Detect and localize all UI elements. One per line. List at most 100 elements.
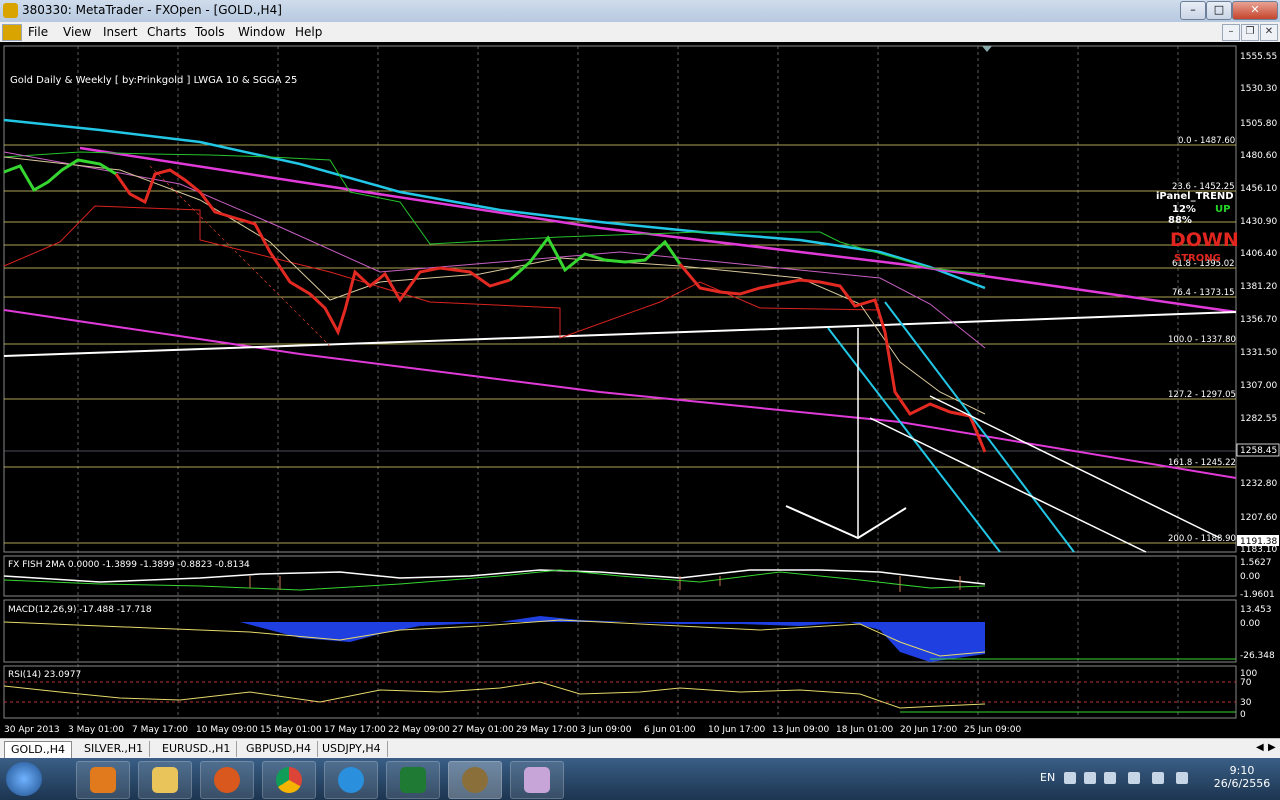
mdi-close-button[interactable]: ✕ <box>1260 24 1278 41</box>
chart-header: Gold Daily & Weekly [ by:Prinkgold ] LWG… <box>10 75 297 86</box>
svg-text:25 Jun 09:00: 25 Jun 09:00 <box>964 725 1021 735</box>
tab-eurusd[interactable]: EURUSD.,H1 <box>156 741 238 757</box>
rsi-scale-30: 30 <box>1240 698 1252 708</box>
clock-date: 26/6/2556 <box>1213 777 1271 790</box>
svg-text:1331.50: 1331.50 <box>1240 348 1277 358</box>
menu-tools[interactable]: Tools <box>195 25 225 39</box>
svg-text:1555.55: 1555.55 <box>1240 52 1277 62</box>
ipanel-pct-down: 88% <box>1168 215 1192 226</box>
svg-text:10 Jun 17:00: 10 Jun 17:00 <box>708 725 765 735</box>
chrome-icon <box>276 767 302 793</box>
macd-scale-top: 13.453 <box>1240 605 1272 615</box>
media-player-icon <box>90 767 116 793</box>
chart-canvas[interactable]: 0.0 - 1487.60 23.6 - 1452.25 61.8 - 1395… <box>0 42 1280 738</box>
volume-tray-icon[interactable] <box>1176 772 1188 784</box>
fibo-label-161: 161.8 - 1245.22 <box>1168 458 1236 468</box>
svg-text:1307.00: 1307.00 <box>1240 381 1277 391</box>
svg-text:27 May 01:00: 27 May 01:00 <box>452 725 514 735</box>
svg-text:7 May 17:00: 7 May 17:00 <box>132 725 188 735</box>
bid-price-label: 1191.38 <box>1240 537 1277 547</box>
title-bar: 380330: MetaTrader - FXOpen - [GOLD.,H4]… <box>0 0 1280 23</box>
svg-text:1207.60: 1207.60 <box>1240 513 1277 523</box>
keyboard-tray-icon[interactable] <box>1084 772 1096 784</box>
rsi-pane <box>3 665 1237 719</box>
svg-text:3 Jun 09:00: 3 Jun 09:00 <box>580 725 632 735</box>
start-button[interactable] <box>6 762 42 796</box>
macd-pane <box>3 599 1237 663</box>
rsi-scale-0: 0 <box>1240 710 1246 720</box>
fibo-label-100: 100.0 - 1337.80 <box>1168 335 1236 345</box>
close-button[interactable]: ✕ <box>1232 1 1278 20</box>
network-tray-icon[interactable] <box>1152 772 1164 784</box>
maximize-button[interactable]: □ <box>1206 1 1232 20</box>
help-tray-icon[interactable] <box>1064 772 1076 784</box>
svg-text:1232.80: 1232.80 <box>1240 479 1277 489</box>
macd-label: MACD(12,26,9) -17.488 -17.718 <box>8 605 152 615</box>
ipanel-up-label: UP <box>1215 204 1230 215</box>
taskbar-media-player[interactable] <box>76 761 130 799</box>
tab-gbpusd[interactable]: GBPUSD,H4 <box>240 741 318 757</box>
document-icon[interactable] <box>2 24 22 41</box>
fish-scale-mid: 0.00 <box>1240 572 1260 582</box>
metatrader-icon <box>3 3 18 18</box>
chart-window[interactable]: 0.0 - 1487.60 23.6 - 1452.25 61.8 - 1395… <box>0 42 1280 738</box>
flag-tray-icon[interactable] <box>1128 772 1140 784</box>
svg-text:30 Apr 2013: 30 Apr 2013 <box>4 725 60 735</box>
svg-text:29 May 17:00: 29 May 17:00 <box>516 725 578 735</box>
svg-text:1505.80: 1505.80 <box>1240 119 1277 129</box>
svg-text:13 Jun 09:00: 13 Jun 09:00 <box>772 725 829 735</box>
clock-time: 9:10 <box>1229 764 1255 777</box>
fish-scale-bottom: -1.9601 <box>1240 590 1275 600</box>
svg-text:15 May 01:00: 15 May 01:00 <box>260 725 322 735</box>
fibo-label-200: 200.0 - 1188.90 <box>1168 534 1236 544</box>
fibo-label-127: 127.2 - 1297.05 <box>1168 390 1236 400</box>
menu-view[interactable]: View <box>63 25 91 39</box>
mdi-restore-button[interactable]: ❐ <box>1241 24 1259 41</box>
menu-insert[interactable]: Insert <box>103 25 137 39</box>
svg-text:1381.20: 1381.20 <box>1240 282 1277 292</box>
svg-text:22 May 09:00: 22 May 09:00 <box>388 725 450 735</box>
menu-charts[interactable]: Charts <box>147 25 186 39</box>
taskbar-explorer[interactable] <box>138 761 192 799</box>
ipanel-pct-up: 12% <box>1172 204 1196 215</box>
tab-scroll-left-icon[interactable]: ◀ <box>1256 742 1264 753</box>
menu-window[interactable]: Window <box>238 25 285 39</box>
ipanel-trend: DOWN <box>1170 229 1239 251</box>
svg-text:3 May 01:00: 3 May 01:00 <box>68 725 124 735</box>
menu-file[interactable]: File <box>28 25 48 39</box>
rsi-label: RSI(14) 23.0977 <box>8 670 81 680</box>
taskbar-metatrader[interactable] <box>448 761 502 799</box>
ipanel-title: iPanel_TREND <box>1156 191 1234 202</box>
svg-text:1430.90: 1430.90 <box>1240 217 1277 227</box>
svg-text:1282.55: 1282.55 <box>1240 414 1277 424</box>
chart-tabs: GOLD.,H4 SILVER.,H1 EURUSD.,H1 GBPUSD,H4… <box>0 738 1280 759</box>
tab-usdjpy[interactable]: USDJPY,H4 <box>316 741 388 757</box>
svg-text:6 Jun 01:00: 6 Jun 01:00 <box>644 725 696 735</box>
macd-scale-bottom: -26.348 <box>1240 651 1275 661</box>
fibo-label-76: 76.4 - 1373.15 <box>1172 288 1235 298</box>
taskbar-ie[interactable] <box>324 761 378 799</box>
tab-scroll-right-icon[interactable]: ▶ <box>1268 742 1276 753</box>
fish-scale-top: 1.5627 <box>1240 558 1272 568</box>
taskbar-firefox[interactable] <box>200 761 254 799</box>
menu-bar: File View Insert Charts Tools Window Hel… <box>0 22 1280 43</box>
tab-silver[interactable]: SILVER.,H1 <box>78 741 151 757</box>
paint-icon <box>524 767 550 793</box>
arrow-tray-icon[interactable] <box>1104 772 1116 784</box>
clock[interactable]: 9:10 26/6/2556 <box>1212 764 1272 790</box>
taskbar-chrome[interactable] <box>262 761 316 799</box>
language-indicator[interactable]: EN <box>1040 771 1055 784</box>
tab-gold[interactable]: GOLD.,H4 <box>4 741 73 758</box>
svg-text:1456.10: 1456.10 <box>1240 184 1277 194</box>
menu-help[interactable]: Help <box>295 25 322 39</box>
taskbar-paint[interactable] <box>510 761 564 799</box>
ipanel-strength: STRONG <box>1174 253 1221 264</box>
time-axis: 30 Apr 2013 3 May 01:00 7 May 17:00 10 M… <box>4 725 1021 735</box>
svg-text:10 May 09:00: 10 May 09:00 <box>196 725 258 735</box>
excel-icon <box>400 767 426 793</box>
rsi-scale-70: 70 <box>1240 678 1252 688</box>
taskbar-excel[interactable] <box>386 761 440 799</box>
mdi-minimize-button[interactable]: – <box>1222 24 1240 41</box>
fibo-label-0: 0.0 - 1487.60 <box>1178 136 1235 146</box>
minimize-button[interactable]: – <box>1180 1 1206 20</box>
